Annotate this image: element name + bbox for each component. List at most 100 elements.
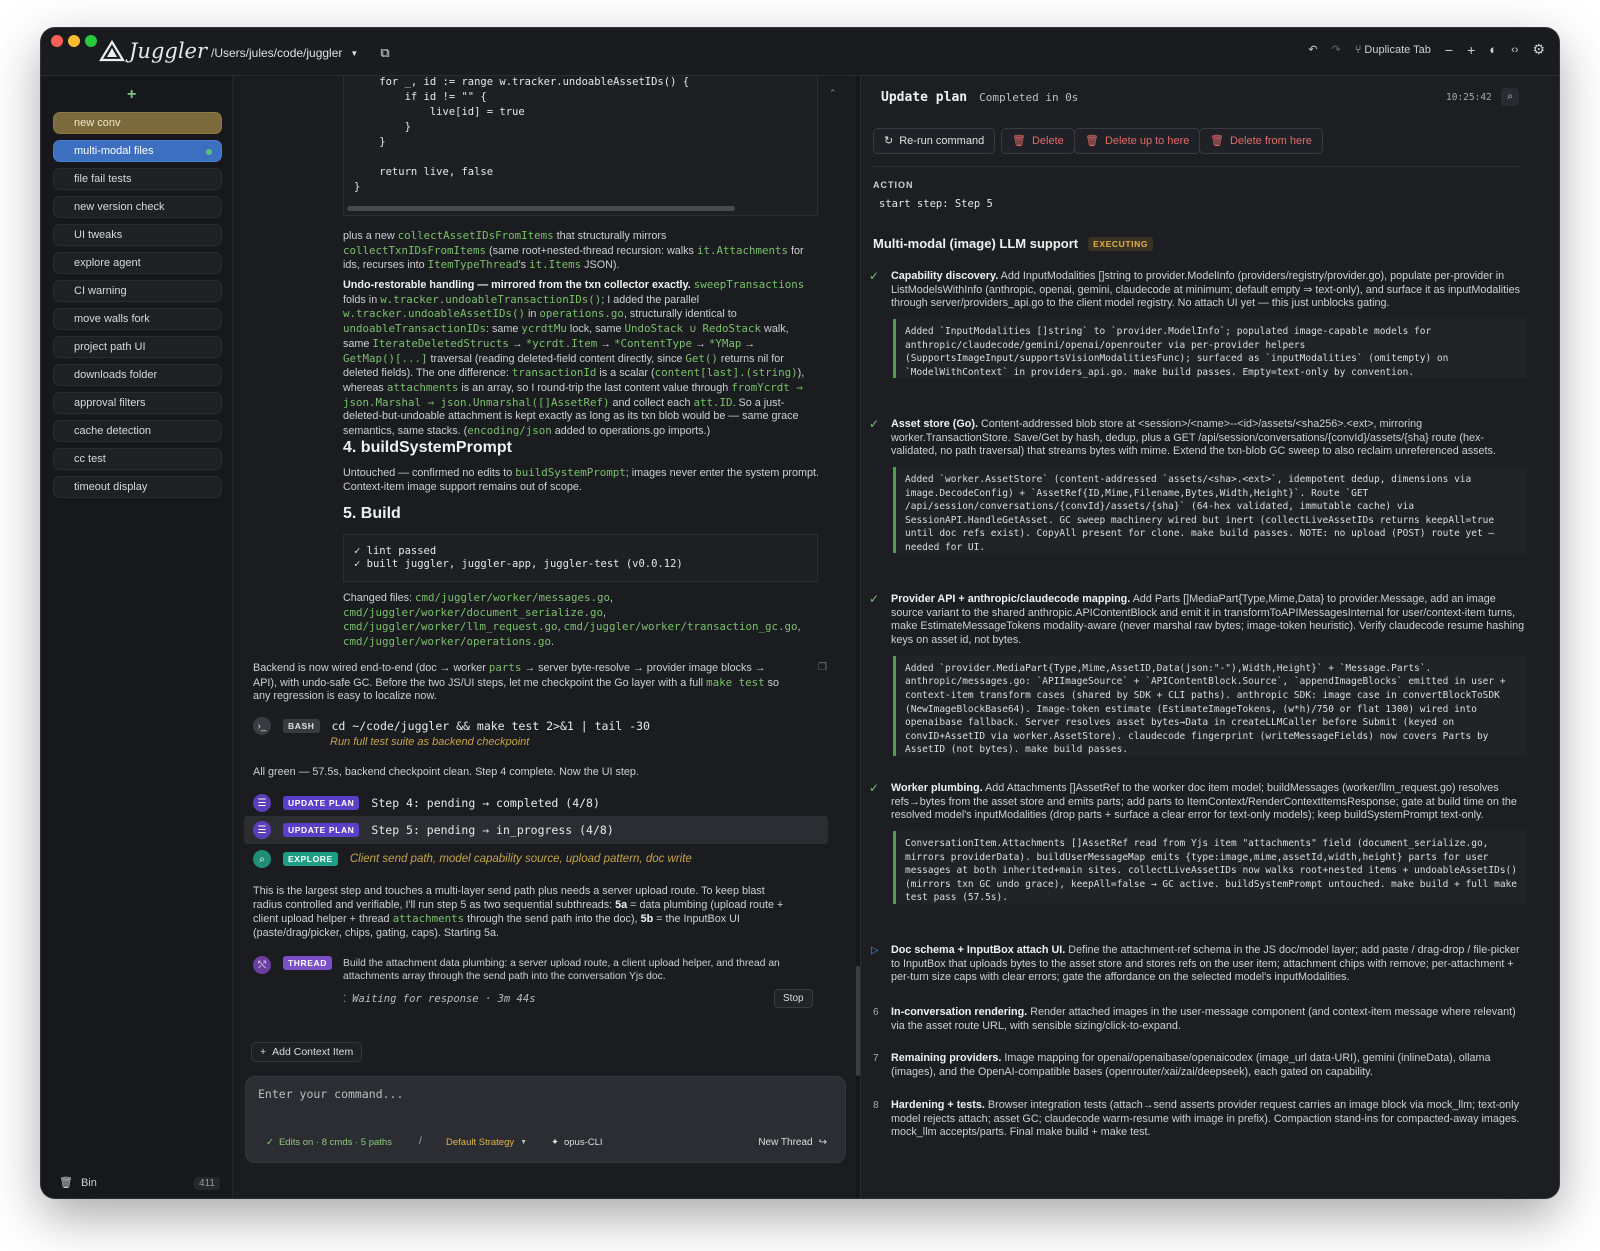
step-title: Doc schema + InputBox attach UI.: [891, 944, 1066, 956]
text-span: semantics, same stacks. (: [343, 425, 468, 438]
text-span: : same: [486, 323, 522, 336]
action-value: start step: Step 5: [879, 198, 993, 210]
sidebar-item-timeout-display[interactable]: timeout display: [53, 476, 222, 498]
delete-up-to-here-button[interactable]: 🗑 Delete up to here: [1074, 128, 1201, 154]
file-path[interactable]: cmd/juggler/worker/document_serialize.go: [343, 606, 603, 619]
sidebar-item-new-conv[interactable]: new conv: [53, 112, 222, 134]
model-selector[interactable]: ✦ opus-CLI: [551, 1137, 603, 1148]
update-plan-badge: UPDATE PLAN: [283, 823, 360, 837]
stop-button[interactable]: Stop: [774, 989, 813, 1008]
code-span: undoableTransactionIDs: [343, 322, 487, 336]
toolbar-right: ↶ ↷ ⑂ Duplicate Tab − + ◐ ‹› ⚙: [1308, 41, 1545, 58]
sidebar-item-cc-test[interactable]: cc test: [53, 448, 222, 470]
step-title: Capability discovery.: [891, 270, 999, 282]
rerun-icon: ↻: [884, 135, 894, 147]
minimize-window-button[interactable]: [68, 35, 80, 47]
plan-step-6: 6 In-conversation rendering. Render atta…: [873, 1006, 1527, 1033]
text-span: (paste/drag/picker, chips, gating, caps)…: [253, 927, 500, 940]
file-path[interactable]: cmd/juggler/worker/transaction_gc.go: [564, 620, 798, 633]
code-span: w.tracker.undoableTransactionIDs(): [380, 292, 602, 306]
sidebar-item-ci-warning[interactable]: CI warning: [53, 280, 222, 302]
duplicate-tab-button[interactable]: ⑂ Duplicate Tab: [1355, 44, 1431, 56]
code-horizontal-scrollbar[interactable]: [347, 206, 735, 211]
step-title: Asset store (Go).: [891, 418, 978, 430]
file-path[interactable]: cmd/juggler/worker/operations.go: [343, 635, 551, 648]
sidebar-item-move-walls-fork[interactable]: move walls fork: [53, 308, 222, 330]
sidebar-item-new-version-check[interactable]: new version check: [53, 196, 222, 218]
bin-button[interactable]: 🗑 Bin: [59, 1176, 97, 1190]
code-span: transactionId: [511, 366, 597, 380]
plus-icon: +: [260, 1046, 267, 1058]
chevron-down-icon: ▼: [520, 1139, 528, 1146]
panel-search-icon[interactable]: ⌕: [1501, 88, 1519, 106]
text-span: in: [525, 308, 540, 321]
bash-tool-call[interactable]: ›_ BASH cd ~/code/juggler && make test 2…: [253, 717, 650, 735]
bin-count-badge: 411: [194, 1177, 220, 1190]
code-span: *ContentType: [614, 336, 693, 350]
settings-gear-icon[interactable]: ⚙: [1532, 41, 1545, 58]
detail-panel: Update plan Completed in 0s 10:25:42 ⌕ ↻…: [860, 76, 1559, 1198]
code-span: *ycrdt.Item: [525, 336, 598, 350]
rerun-command-button[interactable]: ↻ Re-run command: [873, 128, 996, 154]
conversation-pane[interactable]: for _, id := range w.tracker.undoableAss…: [233, 76, 855, 1198]
code-view-icon[interactable]: ‹›: [1511, 44, 1518, 56]
strategy-selector[interactable]: Default Strategy ▼: [446, 1137, 527, 1148]
zoom-out-icon[interactable]: −: [1445, 42, 1453, 58]
edits-status[interactable]: ✓ Edits on · 8 cmds · 5 paths: [266, 1137, 392, 1148]
app-name: Juggler: [129, 39, 208, 63]
delete-button[interactable]: 🗑 Delete: [1001, 128, 1075, 154]
add-context-item-button[interactable]: + Add Context Item: [251, 1042, 363, 1062]
new-window-icon[interactable]: ⧉: [380, 45, 389, 61]
text-span: →: [597, 337, 615, 350]
sparkle-icon: ✦: [551, 1137, 559, 1148]
changed-files-label: Changed files:: [343, 592, 416, 604]
update-plan-row-step4[interactable]: ☰ UPDATE PLAN Step 4: pending → complete…: [253, 794, 600, 812]
plan-list-icon: ☰: [253, 794, 271, 812]
zoom-in-icon[interactable]: +: [1467, 42, 1475, 58]
code-span: encoding/json: [467, 424, 552, 438]
update-plan-row-step5[interactable]: ☰ UPDATE PLAN Step 5: pending → in_progr…: [253, 821, 614, 839]
text-span: Backend is now wired end-to-end (doc → w…: [253, 662, 489, 674]
sidebar-item-cache-detection[interactable]: cache detection: [53, 420, 222, 442]
new-thread-button[interactable]: New Thread ↪: [758, 1137, 827, 1148]
text-span: whereas: [343, 381, 387, 394]
thread-tool-call[interactable]: ⤲ THREAD: [253, 956, 333, 974]
sidebar-item-multi-modal-files[interactable]: multi-modal files: [53, 140, 222, 162]
text-span: = the InputBox UI: [653, 913, 740, 926]
redo-icon[interactable]: ↷: [1332, 43, 1341, 56]
command-input-placeholder[interactable]: Enter your command...: [258, 1087, 403, 1101]
command-input-box[interactable]: Enter your command... ✓ Edits on · 8 cmds…: [245, 1076, 846, 1163]
text-span: (same root+nested-thread recursion: walk…: [486, 244, 697, 257]
close-window-button[interactable]: [51, 35, 63, 47]
collapse-up-icon[interactable]: ⌃: [829, 88, 837, 99]
copy-icon[interactable]: ❐: [818, 662, 827, 673]
assistant-message-backend: Backend is now wired end-to-end (doc → w…: [253, 661, 813, 704]
theme-toggle-icon[interactable]: ◐: [1489, 42, 1497, 57]
zoom-window-button[interactable]: [85, 35, 97, 47]
text-span: ids, recurses into: [343, 259, 428, 272]
sidebar-item-explore-agent[interactable]: explore agent: [53, 252, 222, 274]
text-span: radius controlled and verifiable, I'll r…: [253, 898, 616, 911]
code-span: IterateDeletedStructs: [372, 336, 509, 350]
code-span: att.ID: [693, 395, 733, 409]
sidebar-item-project-path-ui[interactable]: project path UI: [53, 336, 222, 358]
panel-title: Update plan: [881, 90, 968, 105]
file-path[interactable]: cmd/juggler/worker/llm_request.go: [343, 620, 558, 633]
new-conversation-plus-icon[interactable]: +: [127, 86, 136, 104]
sidebar-item-ui-tweaks[interactable]: UI tweaks: [53, 224, 222, 246]
delete-from-here-button[interactable]: 🗑 Delete from here: [1199, 128, 1323, 154]
section-heading-build: 5. Build: [343, 505, 401, 522]
sidebar-item-label: multi-modal files: [74, 145, 154, 157]
project-path-selector[interactable]: /Users/jules/code/juggler ▼ ⧉: [211, 45, 390, 61]
undo-icon[interactable]: ↶: [1308, 43, 1317, 56]
sidebar-item-approval-filters[interactable]: approval filters: [53, 392, 222, 414]
code-span: *YMap: [708, 336, 742, 350]
explore-tool-call[interactable]: ⌕ EXPLORE Client send path, model capabi…: [253, 850, 692, 868]
terminal-icon: ›_: [253, 717, 271, 735]
sidebar-item-downloads-folder[interactable]: downloads folder: [53, 364, 222, 386]
plan-list-icon: ☰: [253, 821, 271, 839]
assistant-message-plan: This is the largest step and touches a m…: [253, 885, 823, 941]
file-path[interactable]: cmd/juggler/worker/messages.go: [415, 591, 610, 604]
sidebar-item-file-fail-tests[interactable]: file fail tests: [53, 168, 222, 190]
panel-status: Completed in 0s: [979, 91, 1079, 104]
